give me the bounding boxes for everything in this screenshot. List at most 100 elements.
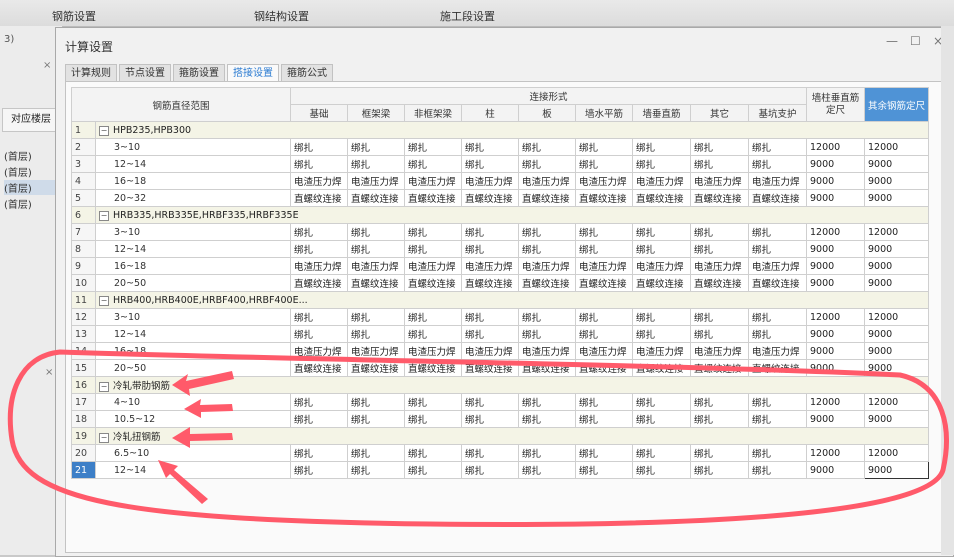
length-cell[interactable]: 9000: [863, 410, 930, 428]
table-row[interactable]: 5 20~32 直螺纹连接 直螺纹连接 直螺纹连接 直螺纹连接 直螺纹连接 直螺纹连接 直螺纹连…: [71, 189, 930, 207]
connection-type-cell[interactable]: 绑扎: [518, 308, 576, 326]
connection-type-cell[interactable]: 绑扎: [347, 410, 405, 428]
connection-type-cell[interactable]: 直螺纹连接: [575, 189, 633, 207]
table-row[interactable]: 14 16~18 电渣压力焊 电渣压力焊 电渣压力焊 电渣压力焊 电渣压力焊 电渣压力焊 电渣压…: [71, 342, 930, 360]
connection-type-cell[interactable]: 绑扎: [690, 308, 749, 326]
connection-type-cell[interactable]: 绑扎: [632, 240, 691, 258]
left-panel-close-icon-2[interactable]: ×: [45, 367, 53, 378]
connection-type-cell[interactable]: 绑扎: [404, 240, 462, 258]
minimize-icon[interactable]: —: [886, 34, 898, 48]
length-cell[interactable]: 9000: [863, 342, 930, 360]
connection-type-cell[interactable]: 绑扎: [290, 240, 348, 258]
connection-type-cell[interactable]: 绑扎: [461, 410, 519, 428]
connection-type-cell[interactable]: 绑扎: [347, 461, 405, 479]
connection-type-cell[interactable]: 电渣压力焊: [575, 257, 633, 275]
table-row[interactable]: 7 3~10 绑扎 绑扎 绑扎 绑扎 绑扎 绑扎 绑扎 绑扎 绑扎 12000 12000: [71, 223, 930, 241]
connection-type-cell[interactable]: 绑扎: [461, 393, 519, 411]
connection-type-cell[interactable]: 直螺纹连接: [748, 189, 807, 207]
length-cell[interactable]: 9000: [806, 274, 865, 292]
connection-type-cell[interactable]: 电渣压力焊: [518, 257, 576, 275]
group-name-cell[interactable]: − HRB400,HRB400E,HRBF400,HRBF400E...: [94, 291, 930, 309]
connection-type-cell[interactable]: 绑扎: [347, 325, 405, 343]
length-cell[interactable]: 12000: [863, 393, 930, 411]
connection-type-cell[interactable]: 直螺纹连接: [347, 359, 405, 377]
connection-type-cell[interactable]: 绑扎: [404, 325, 462, 343]
length-cell[interactable]: 9000: [806, 189, 865, 207]
connection-type-cell[interactable]: 电渣压力焊: [632, 257, 691, 275]
connection-type-cell[interactable]: 绑扎: [748, 410, 807, 428]
maximize-icon[interactable]: ☐: [910, 34, 921, 48]
connection-type-cell[interactable]: 绑扎: [404, 308, 462, 326]
connection-type-cell[interactable]: 绑扎: [575, 138, 633, 156]
length-cell[interactable]: 9000: [863, 155, 930, 173]
connection-type-cell[interactable]: 电渣压力焊: [632, 172, 691, 190]
floor-item[interactable]: (首层): [4, 180, 58, 195]
connection-type-cell[interactable]: 直螺纹连接: [748, 359, 807, 377]
length-cell[interactable]: 12000: [806, 393, 865, 411]
connection-type-cell[interactable]: 直螺纹连接: [347, 189, 405, 207]
connection-type-cell[interactable]: 绑扎: [748, 444, 807, 462]
length-cell[interactable]: 12000: [806, 223, 865, 241]
connection-type-cell[interactable]: 绑扎: [290, 308, 348, 326]
group-name-cell[interactable]: − HRB335,HRB335E,HRBF335,HRBF335E: [94, 206, 930, 224]
connection-type-cell[interactable]: 绑扎: [404, 223, 462, 241]
group-name-cell[interactable]: − 冷轧扭钢筋: [94, 427, 930, 445]
length-cell[interactable]: 9000: [806, 172, 865, 190]
connection-type-cell[interactable]: 绑扎: [748, 461, 807, 479]
group-name-cell[interactable]: − 冷轧带肋钢筋: [94, 376, 930, 394]
connection-type-cell[interactable]: 绑扎: [290, 444, 348, 462]
connection-type-cell[interactable]: 绑扎: [290, 393, 348, 411]
length-cell[interactable]: 12000: [806, 444, 865, 462]
connection-type-cell[interactable]: 直螺纹连接: [690, 274, 749, 292]
table-row[interactable]: 13 12~14 绑扎 绑扎 绑扎 绑扎 绑扎 绑扎 绑扎 绑扎 绑扎 9000 9000: [71, 325, 930, 343]
connection-type-cell[interactable]: 直螺纹连接: [518, 189, 576, 207]
connection-type-cell[interactable]: 电渣压力焊: [290, 342, 348, 360]
connection-type-cell[interactable]: 绑扎: [575, 325, 633, 343]
connection-type-cell[interactable]: 电渣压力焊: [404, 257, 462, 275]
connection-type-cell[interactable]: 电渣压力焊: [404, 342, 462, 360]
connection-type-cell[interactable]: 电渣压力焊: [690, 172, 749, 190]
connection-type-cell[interactable]: 直螺纹连接: [575, 359, 633, 377]
connection-type-cell[interactable]: 绑扎: [518, 155, 576, 173]
connection-type-cell[interactable]: 绑扎: [290, 223, 348, 241]
connection-type-cell[interactable]: 直螺纹连接: [404, 189, 462, 207]
connection-type-cell[interactable]: 电渣压力焊: [632, 342, 691, 360]
collapse-icon[interactable]: −: [99, 433, 109, 443]
connection-type-cell[interactable]: 电渣压力焊: [347, 257, 405, 275]
table-row[interactable]: 9 16~18 电渣压力焊 电渣压力焊 电渣压力焊 电渣压力焊 电渣压力焊 电渣压力焊 电渣压力…: [71, 257, 930, 275]
connection-type-cell[interactable]: 绑扎: [404, 155, 462, 173]
connection-type-cell[interactable]: 绑扎: [690, 240, 749, 258]
connection-type-cell[interactable]: 电渣压力焊: [518, 342, 576, 360]
connection-type-cell[interactable]: 绑扎: [748, 325, 807, 343]
connection-type-cell[interactable]: 直螺纹连接: [347, 274, 405, 292]
connection-type-cell[interactable]: 绑扎: [290, 138, 348, 156]
connection-type-cell[interactable]: 绑扎: [632, 325, 691, 343]
connection-type-cell[interactable]: 绑扎: [748, 393, 807, 411]
connection-type-cell[interactable]: 绑扎: [461, 325, 519, 343]
connection-type-cell[interactable]: 绑扎: [518, 461, 576, 479]
connection-type-cell[interactable]: 绑扎: [575, 393, 633, 411]
connection-type-cell[interactable]: 绑扎: [347, 138, 405, 156]
connection-type-cell[interactable]: 绑扎: [518, 138, 576, 156]
menu-steel-structure-settings[interactable]: 钢结构设置: [254, 8, 309, 24]
table-row[interactable]: 21 12~14 绑扎 绑扎 绑扎 绑扎 绑扎 绑扎 绑扎 绑扎 绑扎 9000 9000: [71, 461, 930, 479]
floor-item[interactable]: (首层): [4, 196, 58, 211]
length-cell[interactable]: 9000: [863, 172, 930, 190]
connection-type-cell[interactable]: 电渣压力焊: [404, 172, 462, 190]
connection-type-cell[interactable]: 绑扎: [690, 223, 749, 241]
connection-type-cell[interactable]: 绑扎: [290, 461, 348, 479]
connection-type-cell[interactable]: 绑扎: [461, 155, 519, 173]
connection-type-cell[interactable]: 绑扎: [518, 240, 576, 258]
connection-type-cell[interactable]: 直螺纹连接: [748, 274, 807, 292]
connection-type-cell[interactable]: 直螺纹连接: [461, 359, 519, 377]
table-row[interactable]: 20 6.5~10 绑扎 绑扎 绑扎 绑扎 绑扎 绑扎 绑扎 绑扎 绑扎 12000 12000: [71, 444, 930, 462]
length-cell[interactable]: 9000: [806, 359, 865, 377]
connection-type-cell[interactable]: 直螺纹连接: [290, 274, 348, 292]
connection-type-cell[interactable]: 直螺纹连接: [632, 189, 691, 207]
connection-type-cell[interactable]: 绑扎: [404, 393, 462, 411]
connection-type-cell[interactable]: 电渣压力焊: [518, 172, 576, 190]
collapse-icon[interactable]: −: [99, 382, 109, 392]
group-row[interactable]: 16− 冷轧带肋钢筋: [71, 376, 930, 394]
connection-type-cell[interactable]: 绑扎: [690, 461, 749, 479]
floor-item[interactable]: (首层): [4, 164, 58, 179]
